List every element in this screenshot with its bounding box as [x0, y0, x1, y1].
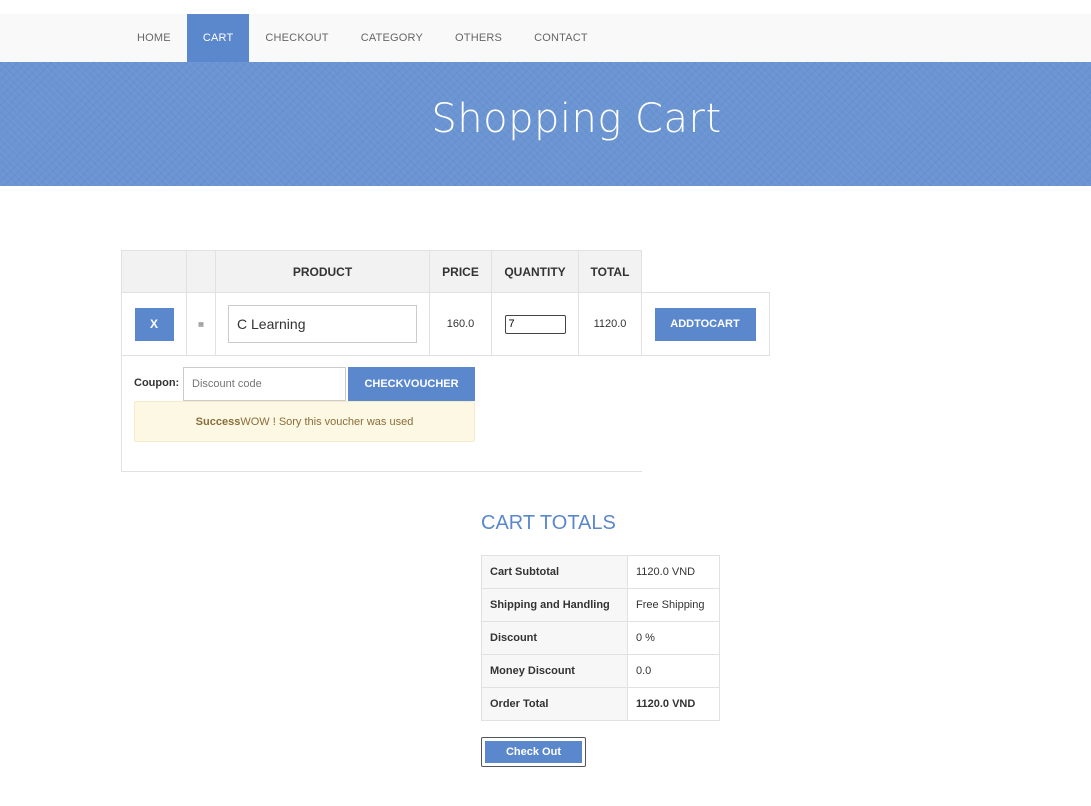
totals-value: 0 % [627, 621, 720, 655]
cart-totals-title: CART TOTALS [481, 512, 616, 534]
header-product: PRODUCT [215, 250, 430, 293]
header-total: TOTAL [578, 250, 642, 293]
totals-value: 1120.0 VND [627, 555, 720, 589]
totals-label: Discount [481, 621, 628, 655]
discount-code-input[interactable] [183, 367, 346, 401]
product-name-field[interactable]: C Learning [228, 305, 417, 343]
checkout-button[interactable]: Check Out [485, 741, 582, 763]
header-cell-thumb [186, 250, 216, 293]
header-cell-remove [121, 250, 187, 293]
nav-contact[interactable]: CONTACT [518, 14, 604, 62]
top-navbar: HOME CART CHECKOUT CATEGORY OTHERS CONTA… [0, 14, 1091, 62]
checkout-button-frame[interactable]: Check Out [481, 737, 586, 767]
coupon-section: Coupon: CHECKVOUCHER SuccessWOW ! Sory t… [121, 355, 642, 472]
remove-item-button[interactable]: X [134, 307, 174, 341]
alert-strong: Success [195, 415, 241, 428]
check-voucher-button[interactable]: CHECKVOUCHER [348, 367, 475, 401]
voucher-alert: Success WOW ! Sory this voucher was used [134, 401, 475, 442]
main-nav: HOME CART CHECKOUT CATEGORY OTHERS CONTA… [121, 14, 604, 62]
remove-cell: X [121, 292, 187, 356]
totals-row-subtotal: Cart Subtotal 1120.0 VND [481, 555, 720, 589]
nav-category[interactable]: CATEGORY [345, 14, 439, 62]
page-banner: Shopping Cart [0, 62, 1091, 186]
header-quantity: QUANTITY [491, 250, 579, 293]
nav-home[interactable]: HOME [121, 14, 187, 62]
totals-row-order-total: Order Total 1120.0 VND [481, 687, 720, 721]
line-total-value: 1120.0 [578, 292, 642, 356]
totals-label: Order Total [481, 687, 628, 721]
thumb-cell: ▦ [186, 292, 216, 356]
coupon-label: Coupon: [134, 377, 180, 389]
totals-value: 0.0 [627, 654, 720, 688]
totals-label: Shipping and Handling [481, 588, 628, 622]
totals-row-discount: Discount 0 % [481, 621, 720, 655]
add-cell: ADDTOCART [641, 292, 770, 356]
totals-label: Cart Subtotal [481, 555, 628, 589]
nav-checkout[interactable]: CHECKOUT [249, 14, 344, 62]
header-price: PRICE [429, 250, 492, 293]
add-to-cart-button[interactable]: ADDTOCART [654, 307, 756, 341]
quantity-cell [491, 292, 579, 356]
totals-value: 1120.0 VND [627, 687, 720, 721]
quantity-input[interactable] [504, 314, 566, 334]
totals-row-money-discount: Money Discount 0.0 [481, 654, 720, 688]
image-placeholder-icon: ▦ [198, 321, 204, 328]
page-title: Shopping Cart [431, 96, 722, 142]
price-value: 160.0 [429, 292, 492, 356]
nav-cart[interactable]: CART [186, 14, 250, 62]
totals-row-shipping: Shipping and Handling Free Shipping [481, 588, 720, 622]
totals-value: Free Shipping [627, 588, 720, 622]
totals-label: Money Discount [481, 654, 628, 688]
nav-others[interactable]: OTHERS [439, 14, 518, 62]
alert-message: WOW ! Sory this voucher was used [240, 415, 414, 428]
product-cell: C Learning [215, 292, 430, 356]
